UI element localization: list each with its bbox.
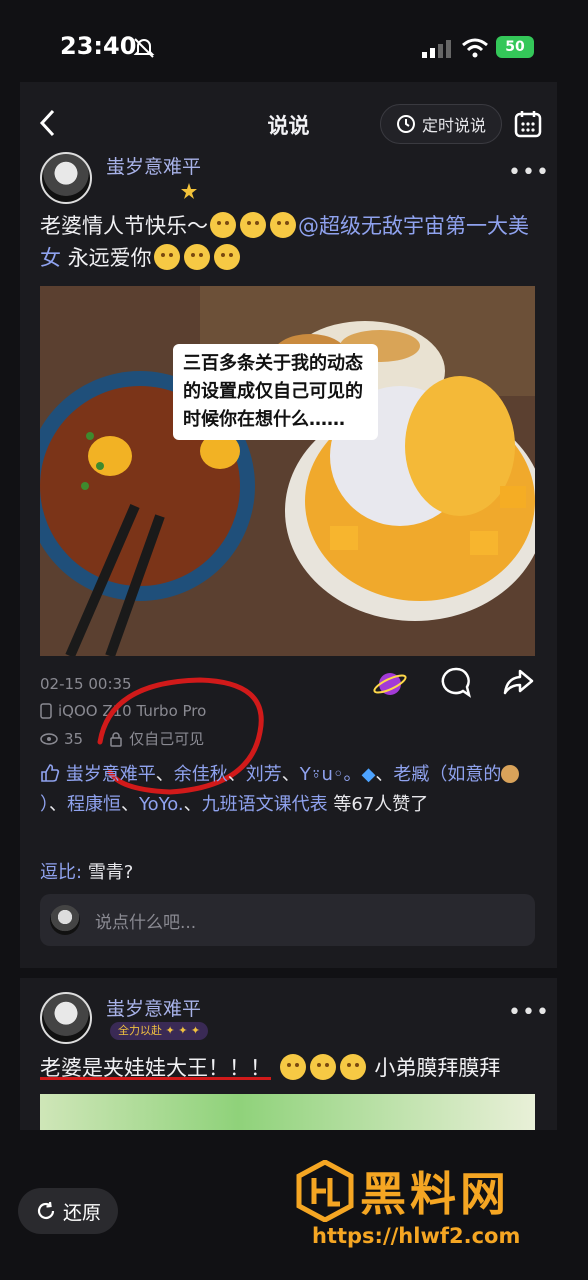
blushing-emoji-icon bbox=[240, 212, 266, 238]
liker-name[interactable]: Y⍤u◦。 bbox=[300, 764, 362, 785]
comment-placeholder: 说点什么吧... bbox=[95, 913, 197, 933]
share-icon[interactable] bbox=[502, 666, 534, 698]
post-author[interactable]: 蚩岁意难平 bbox=[106, 994, 201, 1021]
badge-label: 全力以赴 bbox=[118, 1024, 162, 1037]
photo-caption-overlay: 三百多条关于我的动态的设置成仅自己可见的时候你在想什么…… bbox=[173, 344, 378, 440]
avatar bbox=[50, 905, 80, 935]
thumbs-up-icon bbox=[41, 764, 60, 782]
blushing-emoji-icon bbox=[270, 212, 296, 238]
clock-icon bbox=[396, 115, 415, 133]
timed-post-button[interactable]: 定时说说 bbox=[380, 104, 502, 144]
post-text: 老婆是夹娃娃大王！！！ bbox=[40, 1056, 271, 1080]
more-options-button[interactable]: ••• bbox=[508, 160, 550, 185]
wifi-icon bbox=[462, 38, 488, 58]
liker-name[interactable]: 蚩岁意难平 bbox=[66, 764, 156, 785]
battery-indicator: 50 bbox=[496, 36, 534, 58]
phone-icon bbox=[40, 703, 52, 719]
post-photo[interactable] bbox=[40, 1094, 535, 1130]
post-divider bbox=[20, 968, 557, 978]
feed-screen: 说说 定时说说 蚩岁意难平 ••• 老婆情人节快乐～ @超级无敌宇宙第一大美女 永… bbox=[20, 82, 557, 1130]
food-photo-image bbox=[40, 286, 535, 656]
restore-label: 还原 bbox=[62, 1201, 101, 1224]
liker-name[interactable]: 程康恒 bbox=[67, 794, 121, 815]
signal-icon bbox=[422, 40, 451, 58]
likes-list: 蚩岁意难平、余佳秋、刘芳、Y⍤u◦。◆、老臧（如意的）、程康恒、YoYo.、九班… bbox=[40, 760, 535, 820]
post-photo[interactable] bbox=[40, 286, 535, 656]
refresh-icon bbox=[37, 1201, 55, 1220]
fish-emoji-icon: ◆ bbox=[361, 764, 376, 785]
restore-button[interactable]: 还原 bbox=[18, 1188, 118, 1234]
post-content: 老婆情人节快乐～ @超级无敌宇宙第一大美女 永远爱你 bbox=[40, 210, 530, 274]
bell-off-icon bbox=[133, 38, 155, 58]
blushing-emoji-icon bbox=[210, 212, 236, 238]
liker-name[interactable]: 刘芳 bbox=[246, 764, 282, 785]
blushing-emoji-icon bbox=[339, 1054, 366, 1080]
star-badge-icon bbox=[181, 183, 197, 199]
watermark-url: https://hlwf2.com bbox=[312, 1224, 521, 1248]
eye-icon bbox=[40, 732, 58, 745]
avatar[interactable] bbox=[40, 992, 92, 1044]
calendar-icon[interactable] bbox=[514, 110, 542, 138]
dog-emoji-icon bbox=[501, 765, 520, 783]
comment-icon[interactable] bbox=[440, 666, 472, 698]
blushing-emoji-icon bbox=[279, 1054, 306, 1080]
comment-input[interactable]: 说点什么吧... bbox=[40, 894, 535, 946]
post-content: 老婆是夹娃娃大王！！！ 小弟膜拜膜拜 bbox=[40, 1052, 530, 1084]
blushing-emoji-icon bbox=[309, 1054, 336, 1080]
nav-bar: 说说 定时说说 bbox=[20, 82, 557, 160]
avatar[interactable] bbox=[40, 152, 92, 204]
post-text-end: 永远爱你 bbox=[67, 246, 152, 270]
liker-name[interactable]: ） bbox=[40, 794, 49, 815]
watermark-brand: 黑料网 bbox=[360, 1167, 510, 1221]
blushing-emoji-icon bbox=[213, 244, 240, 270]
comment-author[interactable]: 逗比: bbox=[40, 862, 82, 883]
timed-post-label: 定时说说 bbox=[421, 116, 486, 135]
status-time: 23:40 bbox=[60, 32, 137, 60]
blushing-emoji-icon bbox=[153, 244, 180, 270]
liker-name[interactable]: YoYo. bbox=[139, 794, 184, 815]
planet-effect-icon[interactable] bbox=[372, 666, 408, 702]
blushing-emoji-icon bbox=[183, 244, 210, 270]
badge: 全力以赴 ✦ ✦ ✦ bbox=[110, 1022, 209, 1040]
liker-name[interactable]: 余佳秋 bbox=[174, 764, 228, 785]
comment-text: 雪青? bbox=[87, 862, 134, 883]
post-author[interactable]: 蚩岁意难平 bbox=[106, 152, 201, 179]
comment-item[interactable]: 逗比: 雪青? bbox=[40, 858, 133, 884]
post-text-end: 小弟膜拜膜拜 bbox=[374, 1056, 501, 1080]
status-bar: 23:40 50 bbox=[0, 0, 588, 90]
more-options-button[interactable]: ••• bbox=[508, 1000, 550, 1025]
liker-name[interactable]: 老臧（如意的 bbox=[393, 764, 501, 785]
likes-count: 等67人赞了 bbox=[333, 794, 429, 815]
liker-name[interactable]: 九班语文课代表 bbox=[202, 794, 328, 815]
watermark-logo-icon bbox=[296, 1160, 354, 1222]
post-text: 老婆情人节快乐～ bbox=[40, 214, 208, 238]
